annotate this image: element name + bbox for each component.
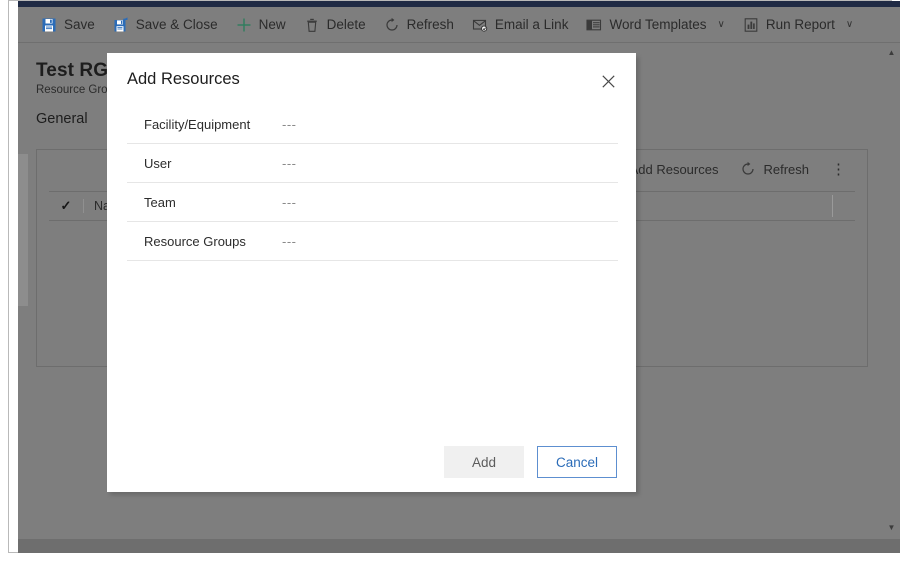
field-row-user[interactable]: User --- <box>127 144 618 183</box>
command-word-templates-label: Word Templates <box>609 17 707 32</box>
command-email-a-link[interactable]: Email a Link <box>463 9 578 41</box>
command-delete[interactable]: Delete <box>295 9 375 41</box>
application-window: Save Save & Close New Delete Refresh Ema… <box>8 0 900 553</box>
page-left-scroll-track[interactable] <box>18 43 28 553</box>
command-save[interactable]: Save <box>32 9 104 41</box>
command-new[interactable]: New <box>227 9 295 41</box>
trash-icon <box>304 17 320 33</box>
command-save-and-close-label: Save & Close <box>135 17 218 32</box>
page-vertical-scrollbar[interactable]: ▲ ▼ <box>883 43 900 553</box>
dialog-footer: Add Cancel <box>444 446 617 478</box>
field-label-facility-equipment: Facility/Equipment <box>144 116 251 132</box>
grid-select-all-checkbox[interactable]: ✓ <box>49 198 83 214</box>
command-email-a-link-label: Email a Link <box>494 17 569 32</box>
subgrid-refresh-button[interactable]: Refresh <box>729 161 820 177</box>
chevron-down-icon[interactable]: ∨ <box>718 19 725 30</box>
command-save-and-close[interactable]: Save & Close <box>104 9 227 41</box>
field-value-facility-equipment[interactable]: --- <box>282 117 297 132</box>
more-vertical-icon: ⋮ <box>831 161 846 178</box>
field-row-team[interactable]: Team --- <box>127 183 618 222</box>
add-button[interactable]: Add <box>444 446 524 478</box>
command-new-label: New <box>258 17 286 32</box>
cancel-button[interactable]: Cancel <box>537 446 617 478</box>
command-refresh[interactable]: Refresh <box>375 9 463 41</box>
field-value-resource-groups[interactable]: --- <box>282 234 297 249</box>
field-value-user[interactable]: --- <box>282 156 297 171</box>
subgrid-add-resources-label: Add Resources <box>629 161 719 177</box>
add-resources-dialog: Add Resources Facility/Equipment --- Use… <box>107 53 636 492</box>
scroll-up-arrow-icon[interactable]: ▲ <box>883 45 900 60</box>
plus-icon <box>236 17 252 33</box>
bar-chart-report-icon <box>743 17 759 33</box>
field-row-resource-groups[interactable]: Resource Groups --- <box>127 222 618 261</box>
command-run-report[interactable]: Run Report ∨ <box>734 9 862 41</box>
command-bar: Save Save & Close New Delete Refresh Ema… <box>18 7 900 43</box>
refresh-circular-arrow-icon <box>740 161 756 177</box>
command-word-templates[interactable]: Word Templates ∨ <box>577 9 733 41</box>
field-label-team: Team <box>144 194 176 210</box>
save-and-close-floppy-icon <box>113 16 129 33</box>
grid-column-resizer[interactable] <box>832 195 833 217</box>
chevron-down-icon[interactable]: ∨ <box>846 19 853 30</box>
dialog-title: Add Resources <box>127 70 240 88</box>
page-title: Test RG <box>36 60 109 81</box>
scroll-down-arrow-icon[interactable]: ▼ <box>883 520 900 535</box>
field-label-resource-groups: Resource Groups <box>144 233 246 249</box>
field-label-user: User <box>144 155 172 171</box>
field-value-team[interactable]: --- <box>282 195 297 210</box>
save-floppy-icon <box>41 17 57 33</box>
close-x-icon[interactable] <box>594 68 622 94</box>
field-row-facility-equipment[interactable]: Facility/Equipment --- <box>127 105 618 144</box>
command-run-report-label: Run Report <box>765 17 835 32</box>
email-envelope-icon <box>472 17 488 33</box>
command-refresh-label: Refresh <box>406 17 454 32</box>
page-left-scroll-thumb[interactable] <box>18 154 28 306</box>
resource-field-list: Facility/Equipment --- User --- Team ---… <box>127 105 618 261</box>
word-document-icon <box>586 17 602 33</box>
subgrid-refresh-label: Refresh <box>763 161 809 177</box>
subgrid-more-commands-button[interactable]: ⋮ <box>820 160 857 178</box>
command-save-label: Save <box>64 17 95 32</box>
page-bottom-bar <box>18 539 900 553</box>
tab-general[interactable]: General <box>36 111 102 134</box>
refresh-circular-arrow-icon <box>384 17 400 33</box>
command-delete-label: Delete <box>326 17 366 32</box>
